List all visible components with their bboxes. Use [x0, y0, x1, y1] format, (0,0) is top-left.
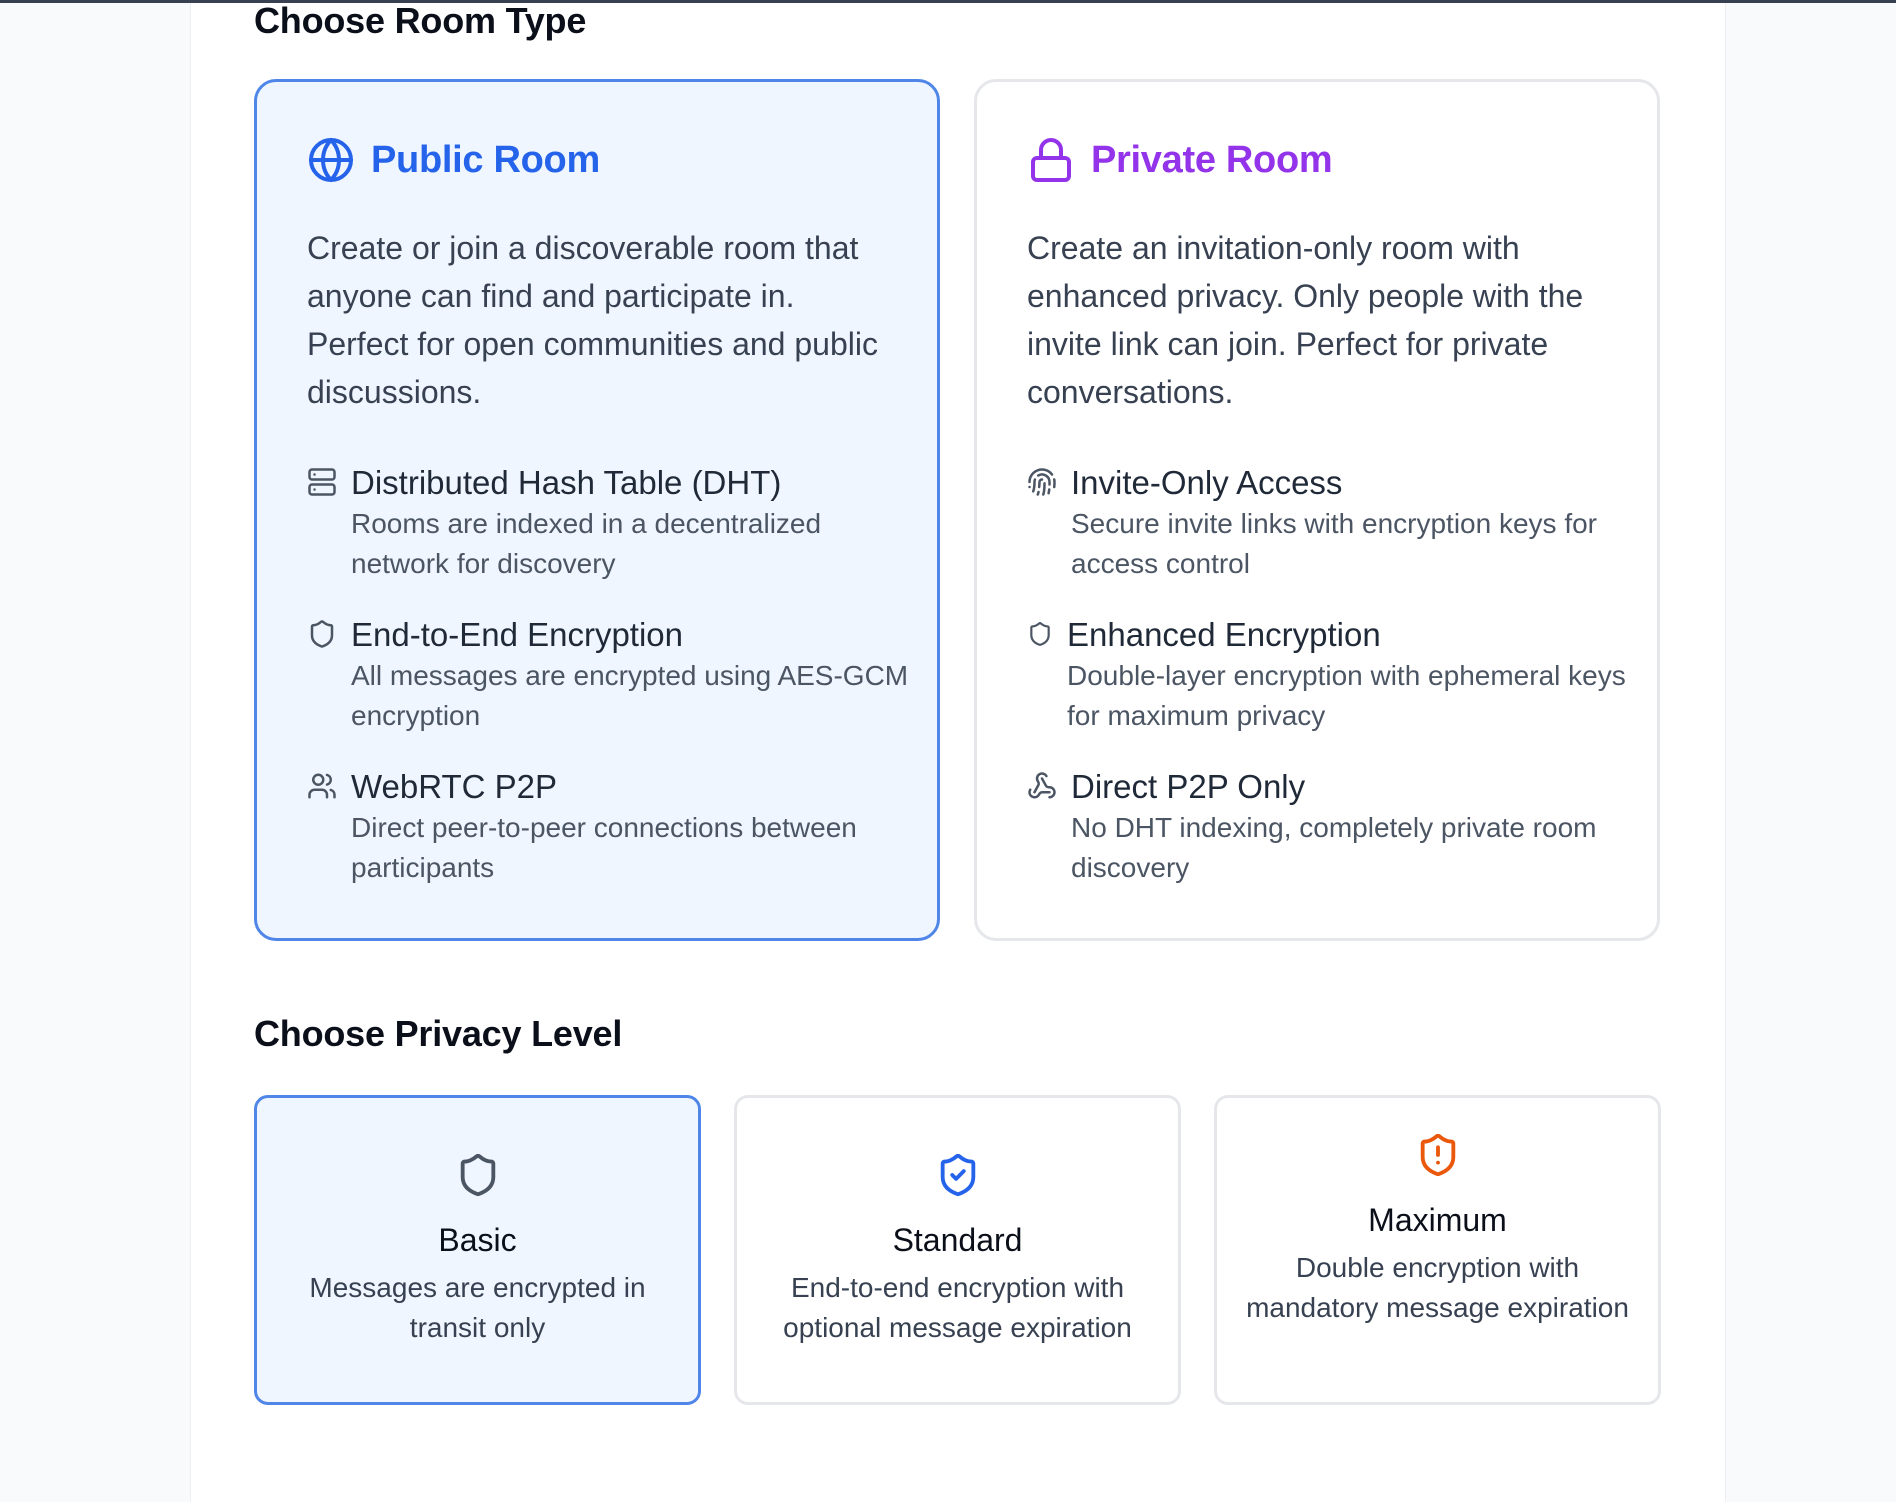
shield-icon [460, 1153, 495, 1197]
feature-title: Direct P2P Only [1071, 768, 1306, 805]
feature-description: No DHT indexing, completely private room… [1071, 812, 1597, 883]
privacy-description: Messages are encrypted in transit only [309, 1272, 646, 1343]
feature-title: Enhanced Encryption [1067, 616, 1381, 653]
feature-description: Direct peer-to-peer connections between … [351, 812, 857, 883]
webhook-icon [1028, 772, 1056, 799]
shield-check-icon [940, 1153, 975, 1197]
public-room-card[interactable]: Public Room Create or join a discoverabl… [254, 79, 940, 941]
feature-webrtc: WebRTC P2P Direct peer-to-peer connectio… [307, 767, 911, 888]
fingerprint-icon [1028, 468, 1056, 496]
privacy-maximum-card[interactable]: Maximum Double encryption with mandatory… [1214, 1095, 1661, 1405]
feature-enhanced-encryption: Enhanced Encryption Double-layer encrypt… [1027, 615, 1627, 736]
feature-description: Rooms are indexed in a decentralized net… [351, 508, 822, 579]
feature-description: Double-layer encryption with ephemeral k… [1067, 660, 1626, 731]
private-room-header: Private Room [1027, 136, 1333, 184]
feature-title: WebRTC P2P [351, 768, 558, 805]
feature-title: Invite-Only Access [1071, 464, 1343, 501]
privacy-description: End-to-end encryption with optional mess… [783, 1272, 1132, 1343]
public-room-title: Public Room [371, 138, 600, 181]
feature-description: Secure invite links with encryption keys… [1071, 508, 1597, 579]
feature-e2e-encryption: End-to-End Encryption All messages are e… [307, 615, 911, 736]
globe-icon [309, 138, 353, 182]
shield-icon [1030, 622, 1050, 646]
privacy-basic-card[interactable]: Basic Messages are encrypted in transit … [254, 1095, 701, 1405]
feature-description: All messages are encrypted using AES-GCM… [351, 660, 909, 731]
privacy-description: Double encryption with mandatory message… [1246, 1252, 1629, 1323]
privacy-standard-card[interactable]: Standard End-to-end encryption with opti… [734, 1095, 1181, 1405]
public-room-description: Create or join a discoverable room that … [307, 230, 878, 410]
privacy-level-heading: Choose Privacy Level [254, 1013, 623, 1054]
shield-icon [310, 620, 334, 648]
privacy-title: Basic [438, 1222, 517, 1258]
private-room-title: Private Room [1091, 138, 1333, 181]
room-type-heading: Choose Room Type [254, 0, 587, 41]
shield-alert-icon [1420, 1133, 1455, 1177]
feature-direct-p2p: Direct P2P Only No DHT indexing, complet… [1027, 767, 1631, 888]
private-room-card[interactable]: Private Room Create an invitation-only r… [974, 79, 1660, 941]
lock-icon [1031, 138, 1071, 182]
feature-dht: Distributed Hash Table (DHT) Rooms are i… [307, 463, 911, 584]
privacy-title: Standard [892, 1222, 1023, 1258]
feature-title: Distributed Hash Table (DHT) [351, 464, 782, 501]
server-icon [308, 468, 336, 496]
feature-title: End-to-End Encryption [351, 616, 684, 653]
privacy-title: Maximum [1368, 1202, 1507, 1238]
private-room-description: Create an invitation-only room with enha… [1027, 230, 1584, 410]
feature-invite-only: Invite-Only Access Secure invite links w… [1027, 463, 1631, 584]
users-icon [308, 773, 336, 799]
public-room-header: Public Room [307, 136, 600, 184]
